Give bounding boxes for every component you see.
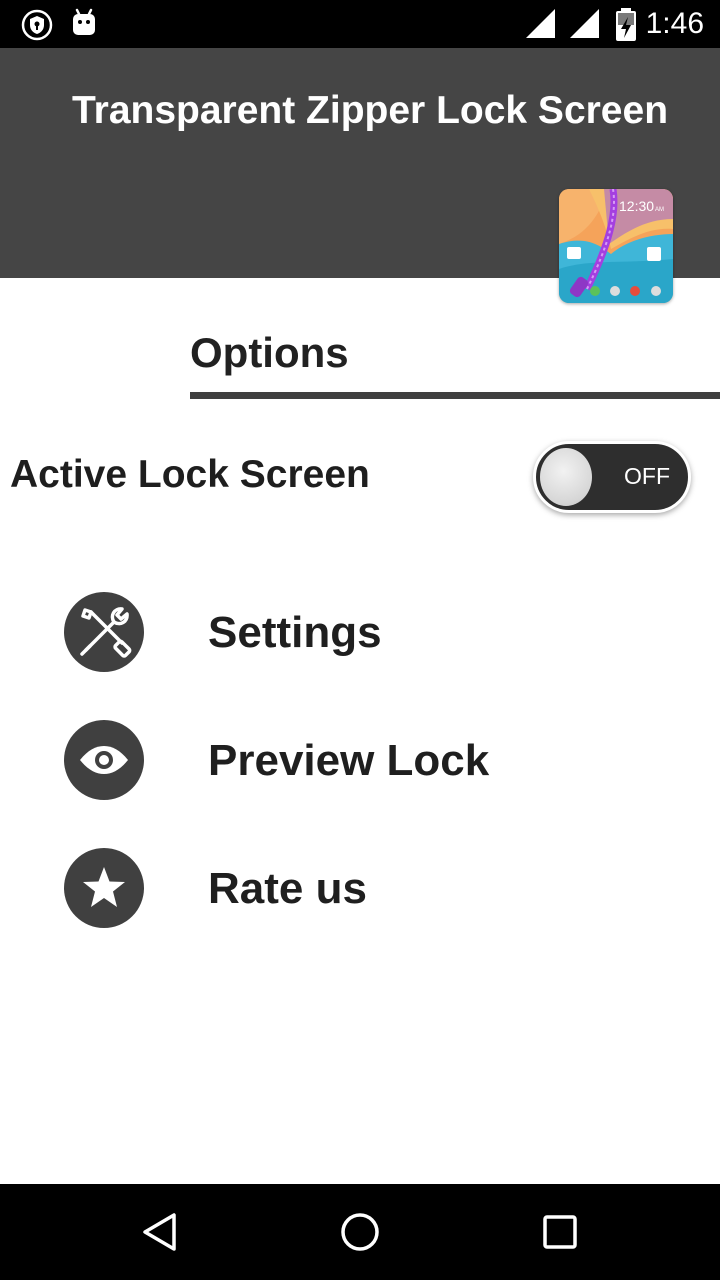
menu-item-label: Settings <box>208 608 382 657</box>
cell-signal-icon <box>524 9 556 39</box>
menu-item-label: Preview Lock <box>208 736 490 785</box>
toggle-state-text: OFF <box>624 463 670 489</box>
menu-item-label: Rate us <box>208 864 367 913</box>
android-debug-icon <box>70 8 98 38</box>
status-time: 1:46 <box>645 7 704 40</box>
menu-item-settings[interactable]: Settings <box>0 587 720 677</box>
options-heading: Options <box>190 329 349 376</box>
cell-signal-icon <box>568 9 600 39</box>
options-divider <box>190 392 720 399</box>
navigation-bar <box>0 1184 720 1280</box>
status-bar: 1:46 <box>0 0 720 48</box>
battery-charging-icon <box>614 8 638 42</box>
active-lock-screen-toggle[interactable]: OFF <box>533 441 691 513</box>
vpn-shield-icon <box>20 8 54 42</box>
recents-icon[interactable] <box>536 1208 584 1256</box>
menu-item-rate-us[interactable]: Rate us <box>0 843 720 933</box>
star-icon <box>64 848 144 928</box>
app-title: Transparent Zipper Lock Screen <box>71 89 669 132</box>
tools-icon <box>64 592 144 672</box>
back-icon[interactable] <box>136 1208 184 1256</box>
home-icon[interactable] <box>336 1208 384 1256</box>
svg-text:AM: AM <box>655 207 664 213</box>
menu-item-preview-lock[interactable]: Preview Lock <box>0 715 720 805</box>
eye-icon <box>64 720 144 800</box>
zipper-lock-app-icon: 12:30 AM <box>559 189 673 303</box>
app-icon-clock: 12:30 <box>619 198 654 214</box>
toggle-knob <box>540 448 592 506</box>
active-lock-screen-label: Active Lock Screen <box>10 453 370 496</box>
